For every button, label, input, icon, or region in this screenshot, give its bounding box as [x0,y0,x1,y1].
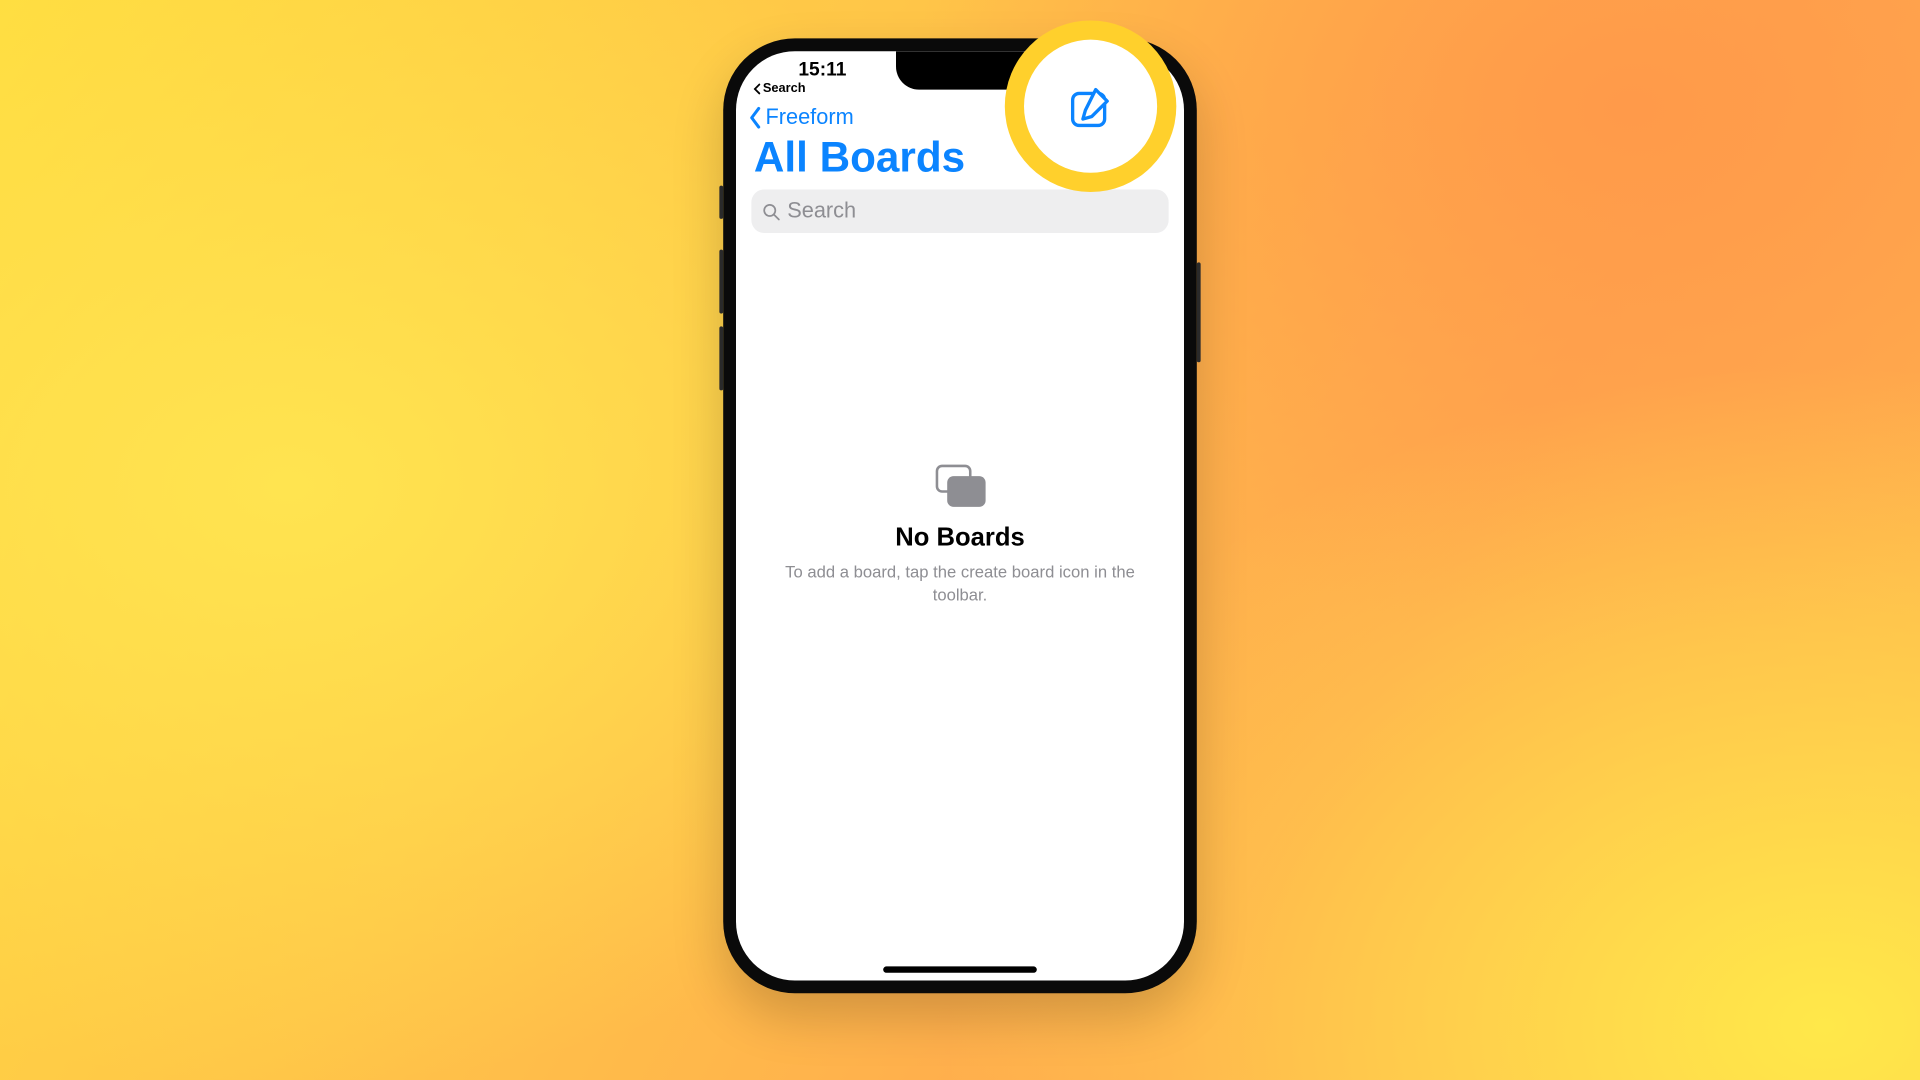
boards-stack-icon [767,465,1154,506]
home-indicator[interactable] [883,966,1037,972]
compose-icon [1065,81,1116,132]
chevron-left-icon [746,105,764,131]
empty-state: No Boards To add a board, tap the create… [736,465,1184,606]
status-time: 15:11 [736,59,896,81]
create-board-button[interactable] [1024,40,1157,173]
breadcrumb-back-label: Search [763,82,806,96]
nav-back-label: Freeform [765,105,853,131]
search-field[interactable] [751,189,1168,233]
empty-subtitle: To add a board, tap the create board ico… [767,561,1154,606]
search-input[interactable] [787,198,1158,224]
highlight-callout [1005,20,1177,192]
nav-back-button[interactable]: Freeform [746,105,853,131]
breadcrumb-back[interactable]: Search [753,82,806,96]
empty-title: No Boards [767,524,1154,553]
search-icon [762,202,781,221]
